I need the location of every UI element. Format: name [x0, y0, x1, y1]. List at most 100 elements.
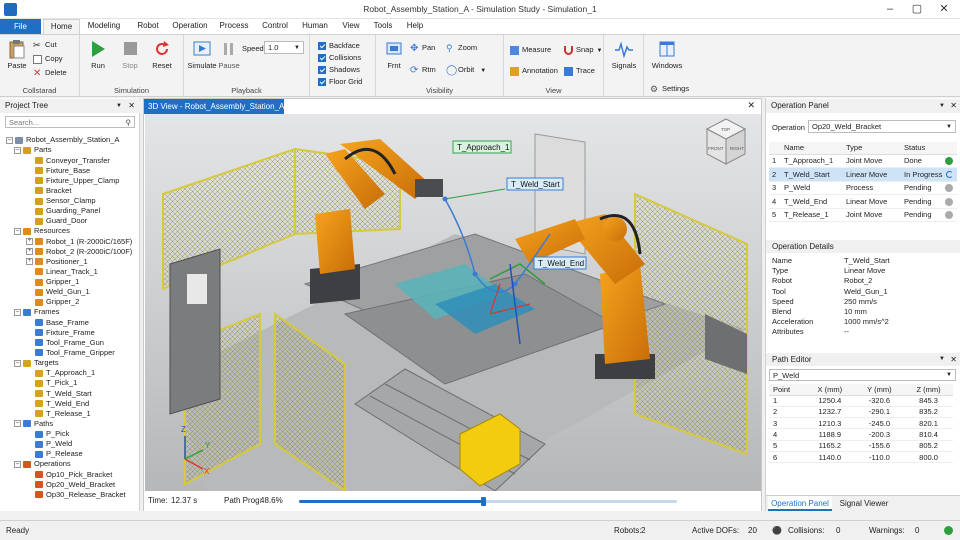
close-icon[interactable]: ✕ [930, 2, 958, 17]
tree-group-paths[interactable]: – Paths [14, 419, 53, 429]
signals-button[interactable]: Signals [608, 41, 640, 70]
tree-item[interactable]: T_Weld_Start [26, 389, 92, 399]
minimize-icon[interactable]: – [876, 2, 904, 17]
reset-button[interactable]: Reset [148, 39, 176, 70]
close-icon[interactable]: ✕ [950, 353, 957, 366]
tree-item[interactable]: T_Pick_1 [26, 378, 77, 388]
maximize-icon[interactable]: ▢ [903, 2, 931, 17]
tree-group-targets[interactable]: – Targets [14, 358, 59, 368]
tree-item[interactable]: P_Pick [26, 429, 69, 439]
path-point-row[interactable]: 6 1140.0 -110.0 800.0 [769, 451, 953, 464]
tree-item[interactable]: Op10_Pick_Bracket [26, 470, 112, 480]
tree-item[interactable]: Fixture_Base [26, 166, 90, 176]
pin-icon[interactable]: ▼ [939, 99, 945, 113]
tree-item[interactable]: Fixture_Upper_Clamp [26, 176, 119, 186]
tree-item[interactable]: Conveyor_Transfer [26, 156, 110, 166]
operation-row[interactable]: 5 T_Release_1 Joint Move Pending [769, 208, 957, 222]
orbit-button[interactable]: ◯Orbit ▼ [446, 65, 486, 75]
tree-item[interactable]: Tool_Frame_Gripper [26, 348, 115, 358]
pin-icon[interactable]: ▼ [116, 99, 122, 113]
tree-group-resources[interactable]: – Resources [14, 226, 70, 236]
pin-icon[interactable]: ▼ [939, 353, 945, 366]
tab-help[interactable]: Help [404, 19, 426, 34]
tree-group-operations[interactable]: – Operations [14, 459, 71, 469]
tree-item[interactable]: Bracket [26, 186, 71, 196]
tree-item[interactable]: Weld_Gun_1 [26, 287, 90, 297]
tree-item[interactable]: P_Weld [26, 439, 72, 449]
backface-toggle[interactable]: Backface [318, 41, 360, 51]
front-view-button[interactable]: Frnt [382, 39, 406, 70]
tree-item[interactable]: Tool_Frame_Gun [26, 338, 104, 348]
tree-item[interactable]: T_Release_1 [26, 409, 91, 419]
floor-grid-toggle[interactable]: Floor Grid [318, 77, 362, 87]
trace-button[interactable]: Trace [564, 66, 595, 76]
simulate-button[interactable]: Simulate [187, 39, 217, 70]
tree-item[interactable]: T_Approach_1 [26, 368, 95, 378]
target-label-weld-start[interactable]: T_Weld_Start [506, 177, 564, 191]
pause-button[interactable]: Pause [217, 39, 241, 70]
tab-operation[interactable]: Operation [170, 19, 210, 34]
close-icon[interactable]: ✕ [128, 99, 135, 113]
tab-tools[interactable]: Tools [372, 19, 394, 34]
file-tab[interactable]: File [0, 19, 41, 34]
tree-group-parts[interactable]: – Parts [14, 145, 52, 155]
target-label-approach[interactable]: T_Approach_1 [452, 140, 512, 154]
shadows-toggle[interactable]: Shadows [318, 65, 360, 75]
tree-group-frames[interactable]: – Frames [14, 307, 59, 317]
path-point-row[interactable]: 2 1232.7 -290.1 835.2 [769, 406, 953, 419]
zoom-button[interactable]: ⚲ Zoom [446, 43, 477, 53]
operation-row[interactable]: 4 T_Weld_End Linear Move Pending [769, 194, 957, 209]
tree-item[interactable]: P_Release [26, 449, 83, 459]
view-3d-tab[interactable]: 3D View - Robot_Assembly_Station_A ✕ [144, 99, 284, 126]
tab-operation-panel[interactable]: Operation Panel [768, 496, 832, 511]
tab-home[interactable]: Home [43, 19, 80, 34]
snap-button[interactable]: Snap ▼ [564, 45, 602, 55]
pan-button[interactable]: ✥ Pan [410, 43, 435, 53]
tree-item[interactable]: Gripper_1 [26, 277, 79, 287]
tree-item[interactable]: Guarding_Panel [26, 206, 100, 216]
viewport-3d[interactable]: T_Approach_1 T_Weld_Start T_Weld_End TOP… [145, 114, 761, 491]
measure-button[interactable]: Measure [510, 45, 551, 55]
collisions-toggle[interactable]: Collisions [318, 53, 361, 63]
view-cube[interactable]: TOP FRONT RIGHT [705, 118, 747, 165]
tab-modeling[interactable]: Modeling [84, 19, 124, 34]
tab-control[interactable]: Control [260, 19, 290, 34]
operation-select[interactable]: Op20_Weld_Bracket ▼ [808, 120, 956, 133]
tree-item[interactable]: Linear_Track_1 [26, 267, 98, 277]
annotation-button[interactable]: Annotation [510, 66, 558, 76]
cut-button[interactable]: ✂ Cut [33, 40, 57, 50]
delete-button[interactable]: ✕ Delete [33, 68, 67, 78]
rotate-button[interactable]: ⟳ Rtm [410, 65, 436, 75]
tab-robot[interactable]: Robot [134, 19, 162, 34]
operation-row[interactable]: 2 T_Weld_Start Linear Move In Progress [769, 167, 957, 182]
copy-button[interactable]: Copy [33, 54, 63, 64]
paste-button[interactable]: Paste [4, 39, 30, 70]
stop-button[interactable]: Stop [118, 39, 142, 70]
target-label-weld-end[interactable]: T_Weld_End [533, 256, 587, 270]
close-icon[interactable]: ✕ [950, 99, 957, 113]
path-point-row[interactable]: 5 1165.2 -155.6 805.2 [769, 440, 953, 452]
tree-item[interactable]: + Positioner_1 [26, 257, 88, 267]
run-button[interactable]: Run [86, 39, 110, 70]
path-point-row[interactable]: 1 1250.4 -320.6 845.3 [769, 395, 953, 407]
tree-item[interactable]: Gripper_2 [26, 297, 79, 307]
tree-item[interactable]: Guard_Door [26, 216, 87, 226]
tree-root[interactable]: – Robot_Assembly_Station_A [6, 135, 119, 145]
settings-button[interactable]: ⚙ Settings [650, 84, 689, 94]
path-point-row[interactable]: 4 1188.9 -200.3 810.4 [769, 428, 953, 441]
tree-item[interactable]: + Robot_2 (R-2000iC/100F) [26, 247, 132, 257]
scene-canvas[interactable]: T_Approach_1 T_Weld_Start T_Weld_End TOP… [145, 114, 761, 491]
tree-item[interactable]: Op20_Weld_Bracket [26, 480, 115, 490]
path-select[interactable]: P_Weld ▼ [769, 369, 956, 381]
tree-item[interactable]: Base_Frame [26, 318, 89, 328]
tree-item[interactable]: Sensor_Clamp [26, 196, 96, 206]
windows-button[interactable]: Windows [648, 39, 686, 70]
tree-item[interactable]: + Robot_1 (R-2000iC/165F) [26, 237, 132, 247]
progress-slider-track[interactable] [299, 497, 677, 506]
progress-slider-thumb[interactable] [480, 497, 486, 506]
speed-select[interactable]: 1.0 ▼ [264, 41, 304, 54]
tree-item[interactable]: Fixture_Frame [26, 328, 95, 338]
tree-item[interactable]: T_Weld_End [26, 399, 89, 409]
path-point-row[interactable]: 3 1210.3 -245.0 820.1 [769, 417, 953, 430]
tab-view[interactable]: View [339, 19, 363, 34]
